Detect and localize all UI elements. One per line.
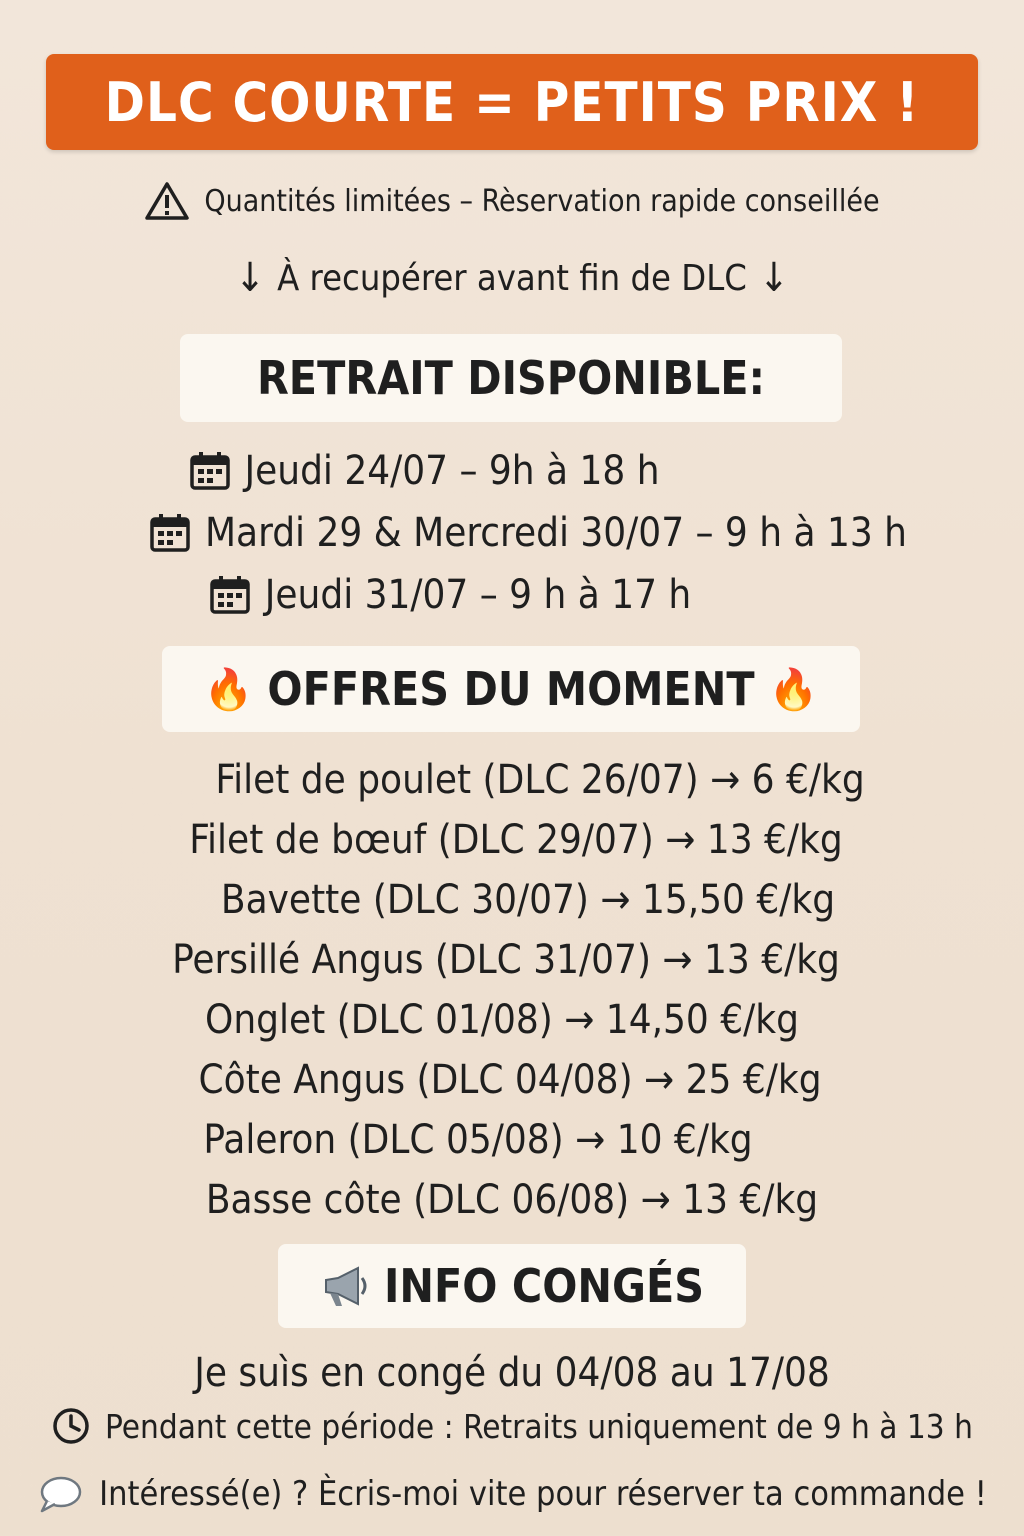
megaphone-icon [324,1266,367,1306]
retrait-title: RETRAIT DISPONIBLE: [256,351,766,405]
banner-title: DLC COURTE = PETITS PRIX ! [104,70,920,134]
conges-title: INFO CONGÉS [383,1259,705,1313]
warning-icon [145,182,190,220]
contact-line: Intéressé(e) ? Ècris-moi vite pour réser… [0,1466,1024,1522]
date-item: Mardi 29 & Mercredi 30/07 – 9 h à 13 h [16,502,1024,564]
retrait-title-card: RETRAIT DISPONIBLE: [180,334,842,422]
offres-title: OFFRES DU MOMENT [267,662,755,716]
offer-item: Filet de poulet (DLC 26/07) → 6 €/kg [28,752,1024,808]
offer-text: Côte Angus (DLC 04/08) → 25 €/kg [198,1057,822,1103]
date-item: Jeudi 24/07 – 9h à 18 h [0,440,936,502]
recup-text: À recupérer avant fin de DLC [277,257,747,299]
clock-icon [53,1408,89,1444]
offer-item: Filet de bœuf (DLC 29/07) → 13 €/kg [4,812,1024,868]
warning-text: Quantités limitées – Rèservation rapide … [204,183,880,219]
calendar-icon [210,576,250,614]
offer-item: Basse côte (DLC 06/08) → 13 €/kg [0,1172,1024,1228]
fire-icon: 🔥 [768,666,819,713]
date-text: Mardi 29 & Mercredi 30/07 – 9 h à 13 h [205,510,907,556]
offres-title-card: 🔥 OFFRES DU MOMENT 🔥 [162,646,860,732]
down-arrow-icon: ↓ [234,255,266,301]
offer-item: Côte Angus (DLC 04/08) → 25 €/kg [0,1052,1022,1108]
speech-bubble-icon [40,1476,82,1513]
conges-title-card: INFO CONGÉS [278,1244,746,1328]
fire-icon: 🔥 [203,666,254,713]
date-text: Jeudi 24/07 – 9h à 18 h [244,448,660,494]
offer-text: Bavette (DLC 30/07) → 15,50 €/kg [220,877,836,923]
warning-line: Quantités limitées – Rèservation rapide … [0,176,1024,226]
recup-line: ↓ À recupérer avant fin de DLC ↓ [0,250,1024,306]
offer-text: Filet de poulet (DLC 26/07) → 6 €/kg [215,757,865,803]
offer-text: Persillé Angus (DLC 31/07) → 13 €/kg [172,937,840,983]
offer-item: Paleron (DLC 05/08) → 10 €/kg [0,1112,990,1168]
date-item: Jeudi 31/07 – 9 h à 17 h [0,564,962,626]
conge-dates-line: Je suìs en congé du 04/08 au 17/08 [0,1346,1024,1400]
offer-text: Paleron (DLC 05/08) → 10 €/kg [203,1117,753,1163]
offer-text: Onglet (DLC 01/08) → 14,50 €/kg [205,997,799,1043]
offer-item: Onglet (DLC 01/08) → 14,50 €/kg [0,992,1014,1048]
calendar-icon [189,452,230,490]
date-text: Jeudi 31/07 – 9 h à 17 h [264,572,692,618]
offer-item: Bavette (DLC 30/07) → 15,50 €/kg [16,872,1024,928]
calendar-icon [150,514,190,552]
title-banner: DLC COURTE = PETITS PRIX ! [46,54,978,150]
period-text: Pendant cette période : Retraits uniquem… [105,1406,973,1446]
offer-text: Basse côte (DLC 06/08) → 13 €/kg [205,1177,819,1223]
down-arrow-icon: ↓ [758,255,790,301]
offer-item: Persillé Angus (DLC 31/07) → 13 €/kg [0,932,1018,988]
period-line: Pendant cette période : Retraits uniquem… [0,1400,1024,1452]
contact-text: Intéressé(e) ? Ècris-moi vite pour réser… [99,1474,987,1514]
conge-text: Je suìs en congé du 04/08 au 17/08 [194,1350,830,1396]
offer-text: Filet de bœuf (DLC 29/07) → 13 €/kg [189,817,843,863]
